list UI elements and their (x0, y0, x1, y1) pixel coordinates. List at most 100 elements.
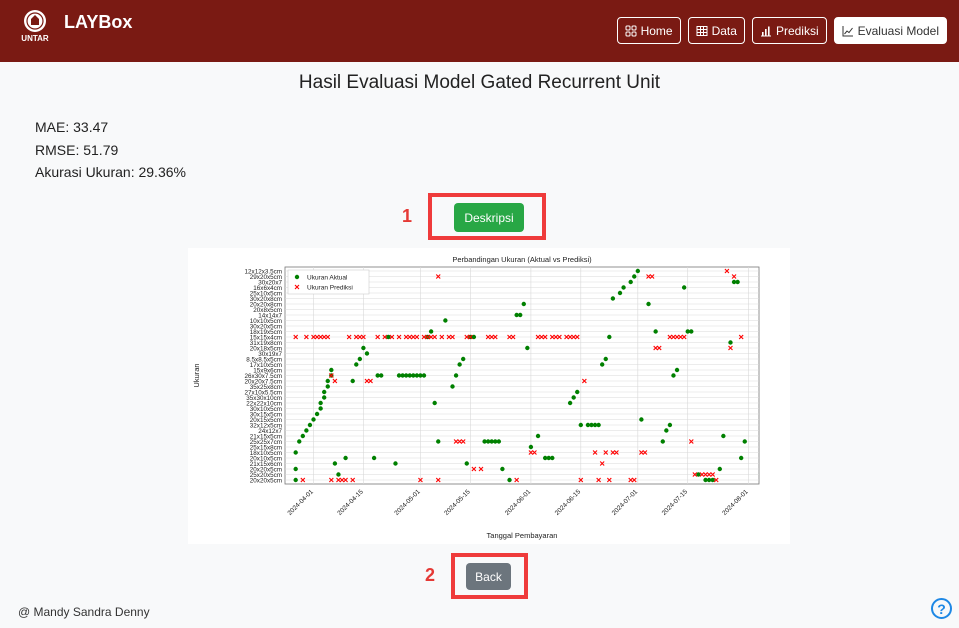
y-axis-label: Ukuran (192, 363, 201, 387)
actual-point (500, 466, 505, 472)
nav-home-button[interactable]: Home (616, 17, 681, 44)
actual-point (460, 356, 466, 362)
logo-text: UNTAR (21, 34, 49, 43)
callout-number-1: 1 (402, 206, 413, 226)
back-button[interactable]: Back (466, 563, 511, 590)
actual-point (632, 274, 637, 279)
actual-point (717, 466, 722, 472)
brand-name[interactable]: LAYBox (64, 12, 132, 33)
x-tick-label: 2024-06-15 (554, 488, 583, 517)
actual-point (660, 439, 665, 444)
x-axis-label: Tanggal Pembayaran (487, 531, 558, 540)
chart-container: 20x20x5cm 25x20x5cm 20x20x5cm 21x15x6cm 20x1… (188, 248, 790, 544)
deskripsi-button[interactable]: Deskripsi (454, 203, 524, 232)
x-tick-label: 2024-07-01 (611, 488, 640, 517)
navbar: UNTAR LAYBox Home Data Prediksi Evaluasi… (0, 0, 959, 62)
actual-point (742, 439, 747, 444)
mae-metric: MAE: 33.47 (35, 119, 109, 135)
bar-chart-icon (760, 26, 771, 36)
y-tick-label: 12x12x3.5cm (245, 269, 282, 276)
nav-data-button[interactable]: Data (687, 17, 745, 44)
actual-point (653, 329, 658, 334)
actual-point (311, 417, 316, 422)
actual-point (332, 461, 338, 466)
actual-point (293, 477, 298, 483)
actual-point (350, 378, 355, 384)
untar-logo-icon: UNTAR (21, 10, 49, 43)
actual-point (607, 334, 612, 340)
actual-point (300, 433, 306, 439)
actual-point (721, 433, 726, 439)
x-tick-label: 2024-07-15 (661, 488, 690, 517)
actual-point (354, 362, 359, 367)
actual-point (318, 400, 323, 406)
chart-title: Perbandingan Ukuran (Aktual vs Prediksi) (452, 255, 592, 264)
nav-data-label: Data (711, 23, 737, 38)
actual-point (610, 296, 616, 301)
x-tick-label: 2024-08-01 (721, 488, 750, 517)
line-chart-icon (842, 25, 853, 36)
actual-point (361, 345, 366, 351)
actual-point (343, 455, 348, 461)
actual-point (421, 373, 427, 378)
actual-point (325, 384, 330, 389)
actual-point (664, 428, 669, 433)
actual-point (567, 400, 573, 406)
actual-point (639, 417, 644, 422)
actual-point (599, 362, 605, 367)
actual-point (646, 301, 651, 307)
rmse-metric: RMSE: 51.79 (35, 142, 119, 158)
table-icon (696, 25, 708, 36)
actual-point (329, 367, 334, 373)
actual-point (443, 318, 448, 323)
nav-prediksi-label: Prediksi (775, 23, 819, 38)
actual-point (293, 466, 298, 472)
actual-point (535, 433, 541, 439)
x-tick-label: 2024-04-01 (286, 488, 315, 517)
footer-credit: @ Mandy Sandra Denny (18, 605, 150, 619)
actual-point (596, 422, 601, 428)
actual-point (728, 340, 733, 345)
actual-point (578, 422, 584, 428)
actual-point (322, 389, 327, 395)
actual-point (507, 477, 512, 483)
actual-point (518, 312, 523, 318)
actual-point (293, 450, 298, 455)
actual-point (457, 362, 462, 367)
actual-point (674, 367, 680, 373)
actual-point (617, 290, 623, 296)
brand[interactable]: UNTAR LAYBox (18, 8, 132, 46)
actual-point (575, 389, 580, 395)
actual-point (322, 395, 327, 400)
actual-point (436, 439, 441, 444)
actual-point (450, 384, 455, 389)
actual-point (364, 351, 370, 356)
actual-point (432, 400, 437, 406)
nav-prediksi-button[interactable]: Prediksi (751, 17, 827, 44)
actual-point (393, 461, 398, 466)
actual-point (336, 472, 341, 477)
actual-point (453, 373, 459, 378)
actual-point (521, 301, 526, 307)
actual-point (357, 356, 363, 362)
actual-point (318, 406, 323, 411)
nav-home-label: Home (640, 23, 673, 38)
actual-point (428, 329, 434, 334)
actual-point (371, 455, 377, 461)
grid-icon (625, 25, 637, 36)
legend-actual-marker (294, 274, 300, 280)
x-tick-label: 2024-05-15 (443, 488, 472, 517)
actual-point (325, 378, 330, 384)
actual-point (307, 422, 313, 428)
help-icon[interactable]: ? (931, 598, 952, 619)
x-tick-label: 2024-04-15 (336, 488, 365, 517)
actual-point (628, 279, 633, 285)
actual-point (496, 439, 502, 444)
actual-point (304, 428, 309, 433)
legend-actual-label: Ukuran Aktual (307, 275, 348, 282)
page-title: Hasil Evaluasi Model Gated Recurrent Uni… (298, 72, 661, 93)
actual-point (635, 268, 641, 274)
actual-point (528, 444, 534, 450)
accuracy-metric: Akurasi Ukuran: 29.36% (35, 164, 186, 180)
nav-evaluasi-model-button[interactable]: Evaluasi Model (833, 17, 947, 44)
